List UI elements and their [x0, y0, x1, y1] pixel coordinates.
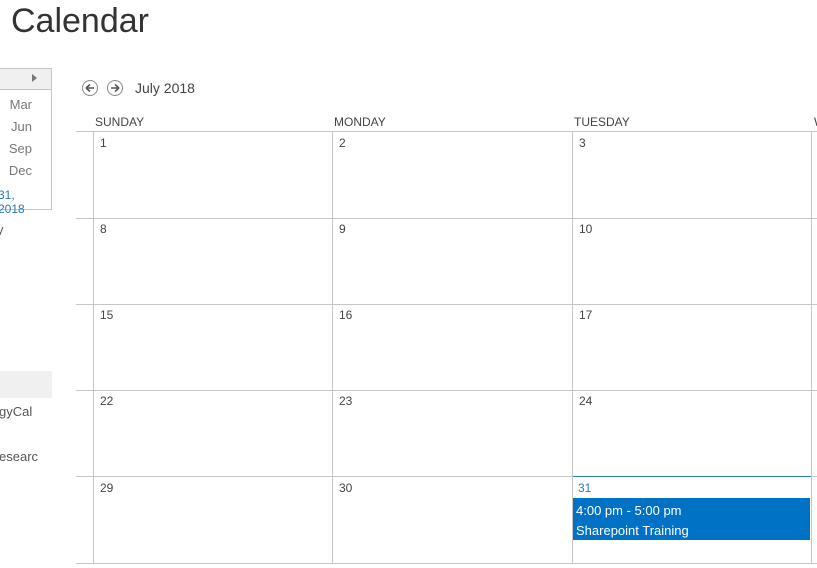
next-month-button[interactable] — [107, 80, 123, 96]
grid-line-row-2 — [76, 304, 817, 305]
mini-calendar: Mar Jun Sep Dec 31, 2018 — [0, 68, 52, 216]
grid-line-row-4 — [76, 476, 573, 477]
day-header-monday: MONDAY — [334, 115, 386, 129]
event-title[interactable]: Sharepoint Training — [576, 521, 807, 541]
left-nav-item-3[interactable]: esearc — [0, 449, 38, 464]
grid-line-col-0 — [93, 131, 94, 564]
day-cell-8[interactable]: 8 — [100, 222, 107, 236]
page-title: Calendar — [11, 2, 149, 40]
arrow-right-icon — [111, 83, 120, 93]
today-indicator-line — [573, 476, 811, 477]
left-nav-item-1[interactable]: y — [0, 222, 4, 237]
day-cell-3[interactable]: 3 — [579, 136, 586, 150]
mini-month-sep[interactable]: Sep — [9, 141, 32, 156]
day-cell-30[interactable]: 30 — [339, 481, 352, 495]
mini-month-dec[interactable]: Dec — [9, 163, 32, 178]
day-cell-17[interactable]: 17 — [579, 308, 592, 322]
grid-line-col-3 — [811, 131, 812, 564]
day-cell-22[interactable]: 22 — [100, 394, 113, 408]
arrow-left-icon — [85, 83, 94, 93]
left-nav-highlight — [0, 371, 52, 398]
day-cell-29[interactable]: 29 — [100, 481, 113, 495]
left-nav-item-2[interactable]: gyCal — [0, 404, 32, 419]
grid-line-top — [76, 131, 817, 132]
month-label: July 2018 — [135, 80, 195, 96]
grid-line-row-3 — [76, 390, 817, 391]
day-header-sunday: SUNDAY — [95, 115, 145, 129]
day-cell-1[interactable]: 1 — [100, 136, 107, 150]
calendar-event[interactable]: 4:00 pm - 5:00 pm Sharepoint Training — [573, 498, 810, 540]
day-cell-31-today[interactable]: 31 — [578, 481, 591, 495]
day-cell-15[interactable]: 15 — [100, 308, 113, 322]
grid-line-col-1 — [332, 131, 333, 564]
next-year-arrow-icon[interactable] — [32, 74, 37, 82]
mini-month-mar[interactable]: Mar — [10, 97, 32, 112]
day-header-tuesday: TUESDAY — [574, 115, 630, 129]
day-cell-2[interactable]: 2 — [339, 136, 346, 150]
mini-month-jun[interactable]: Jun — [11, 119, 32, 134]
grid-line-bottom — [76, 563, 817, 564]
grid-line-row-1 — [76, 218, 817, 219]
day-cell-16[interactable]: 16 — [339, 308, 352, 322]
event-time: 4:00 pm - 5:00 pm — [576, 503, 682, 518]
day-cell-24[interactable]: 24 — [579, 394, 592, 408]
day-cell-23[interactable]: 23 — [339, 394, 352, 408]
mini-date-range[interactable]: 31, 2018 — [0, 188, 42, 216]
day-cell-9[interactable]: 9 — [339, 222, 346, 236]
previous-month-button[interactable] — [82, 80, 98, 96]
mini-calendar-header — [0, 69, 51, 90]
day-cell-10[interactable]: 10 — [579, 222, 592, 236]
